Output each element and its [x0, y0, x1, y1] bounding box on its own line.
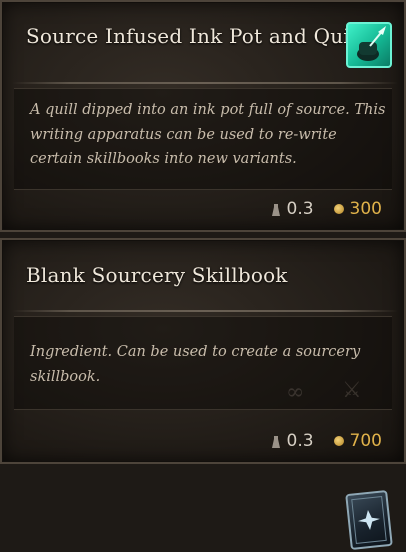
infinity-icon: ∞	[286, 380, 305, 405]
item-description: Ingredient. Can be used to create a sour…	[30, 344, 361, 385]
title-separator	[12, 82, 398, 84]
item-description: A quill dipped into an ink pot full of s…	[30, 102, 386, 167]
weight-icon	[271, 434, 281, 448]
gold-coin-icon	[333, 204, 344, 214]
item-title: Blank Sourcery Skillbook	[26, 263, 288, 287]
gold-coin-icon	[333, 436, 344, 446]
item-tooltip-skillbook: Blank Sourcery Skillbook Ingredient. Can…	[0, 238, 406, 551]
weight-icon	[271, 202, 281, 216]
weight-value: 0.3	[286, 431, 314, 451]
gold-value: 300	[349, 199, 382, 219]
ink-pot-quill-icon	[346, 22, 392, 68]
item-footer: 0.3 700	[271, 430, 382, 452]
skillbook-icon	[345, 489, 393, 551]
weight-value: 0.3	[286, 199, 314, 219]
title-separator	[12, 310, 398, 312]
item-tooltip-ink-pot: Source Infused Ink Pot and Quill A quill…	[0, 0, 406, 232]
crossed-swords-icon: ⚔	[342, 378, 362, 403]
item-footer: 0.3 300	[271, 198, 382, 220]
item-title: Source Infused Ink Pot and Quill	[26, 24, 364, 48]
gold-value: 700	[349, 431, 382, 451]
